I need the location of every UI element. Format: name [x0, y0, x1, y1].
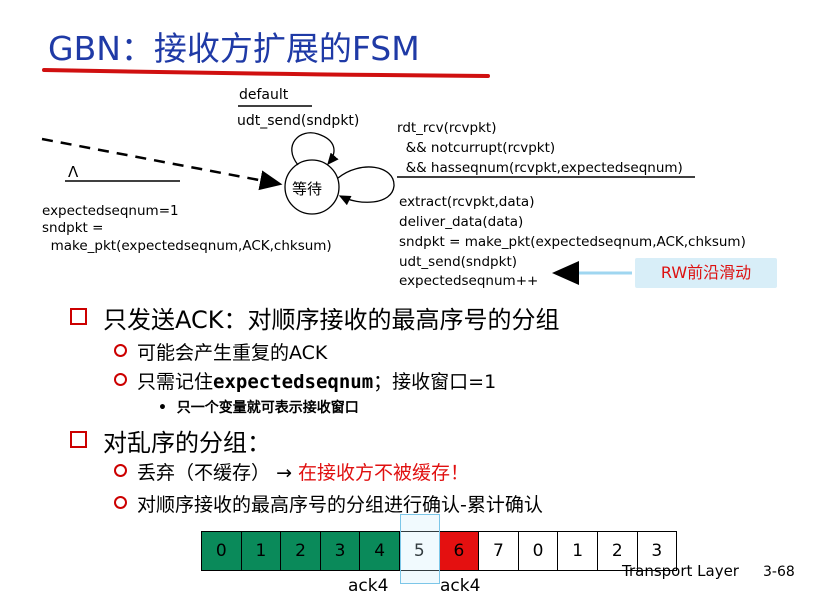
- seq-cell-4: 4: [359, 531, 400, 571]
- loop-event-2: && notcurrupt(rcvpkt): [397, 140, 556, 156]
- footer-page-number: 3-68: [763, 564, 795, 580]
- bullet-discard: 丢弃（不缓存） → 在接收方不被缓存！: [114, 458, 469, 485]
- circle-bullet-icon: [114, 344, 127, 357]
- loop-action-2: deliver_data(data): [399, 214, 524, 230]
- seq-cell-0: 0: [201, 531, 242, 571]
- state-label: 等待: [292, 180, 323, 198]
- bullet-cumulative-ack: 对顺序接收的最高序号的分组进行确认-累计确认: [114, 490, 543, 517]
- seq-cell-8: 0: [517, 531, 559, 571]
- circle-bullet-icon: [114, 373, 127, 386]
- init-action-2: sndpkt =: [42, 220, 104, 236]
- loop-action-4: udt_send(sndpkt): [399, 254, 518, 270]
- init-action-1: expectedseqnum=1: [42, 203, 179, 219]
- bullet-out-of-order: 对乱序的分组：: [70, 423, 271, 458]
- seq-cell-9: 1: [557, 531, 598, 571]
- seq-cell-2: 2: [280, 531, 321, 571]
- circle-bullet-icon: [114, 464, 127, 477]
- seq-cell-6: 6: [438, 531, 480, 571]
- default-action: udt_send(sndpkt): [237, 113, 360, 129]
- ack-label-right: ack4: [440, 576, 481, 596]
- bullet-ack-only: 只发送ACK：对顺序接收的最高序号的分组: [70, 300, 560, 335]
- expectedseqnum-code: expectedseqnum: [213, 371, 374, 393]
- seq-cell-3: 3: [319, 531, 361, 571]
- default-label: default: [239, 87, 289, 103]
- footer-layer: Transport Layer: [622, 562, 739, 580]
- bullet-single-variable: • 只一个变量就可表示接收窗口: [158, 400, 359, 416]
- receive-window: [400, 514, 440, 584]
- seq-cell-7: 7: [478, 531, 519, 571]
- init-action-3: make_pkt(expectedseqnum,ACK,chksum): [42, 238, 332, 254]
- loop-action-3: sndpkt = make_pkt(expectedseqnum,ACK,chk…: [399, 234, 746, 250]
- receive-self-loop: [337, 166, 395, 206]
- dot-bullet-icon: •: [158, 400, 177, 416]
- square-bullet-icon: [70, 308, 87, 325]
- loop-event-3: && hasseqnum(rcvpkt,expectedseqnum): [397, 160, 683, 176]
- square-bullet-icon: [70, 431, 87, 448]
- seq-cell-1: 1: [240, 531, 282, 571]
- bullet-duplicate-ack: 可能会产生重复的ACK: [114, 338, 327, 365]
- loop-action-1: extract(rcvpkt,data): [399, 194, 535, 210]
- bullet-remember-seqnum: 只需记住expectedseqnum；接收窗口=1: [114, 367, 496, 394]
- init-event: Λ: [68, 163, 79, 181]
- ack-label-left: ack4: [348, 576, 389, 596]
- rw-slide-label: RW前沿滑动: [635, 258, 777, 288]
- circle-bullet-icon: [114, 496, 127, 509]
- loop-event-1: rdt_rcv(rcvpkt): [397, 120, 497, 136]
- right-arrow-icon: →: [276, 462, 292, 484]
- loop-action-5: expectedseqnum++: [399, 273, 539, 289]
